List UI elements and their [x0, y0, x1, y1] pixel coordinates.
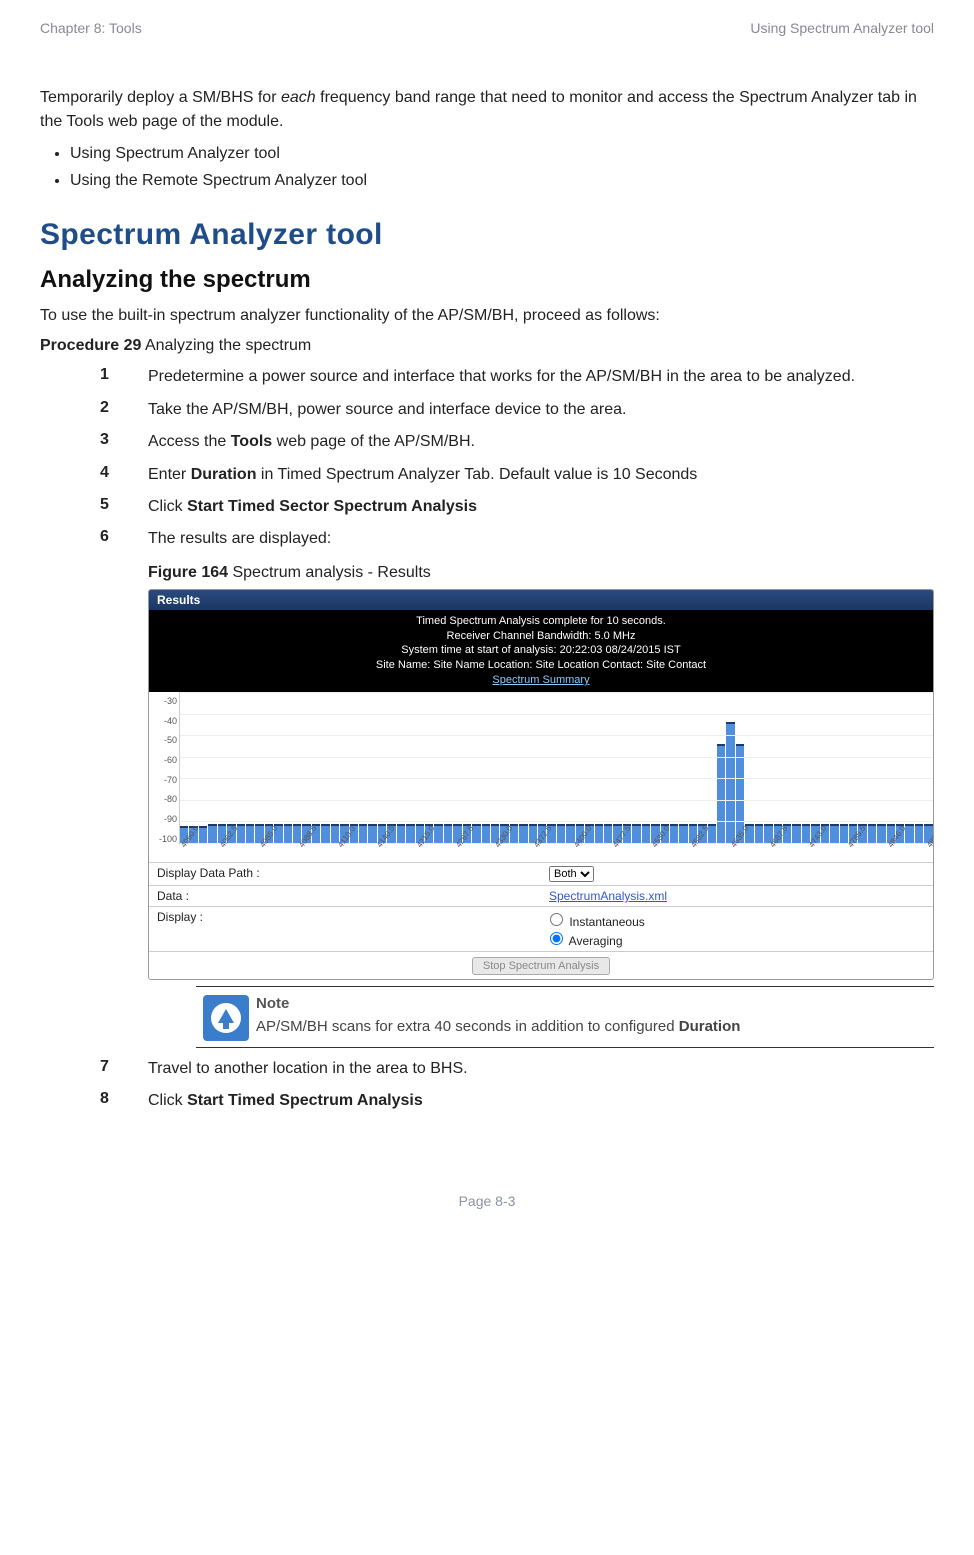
step-number: 7 — [100, 1058, 148, 1080]
spectrum-header: Timed Spectrum Analysis complete for 10 … — [149, 610, 933, 692]
stop-spectrum-analysis-button[interactable]: Stop Spectrum Analysis — [472, 957, 610, 975]
display-instantaneous-radio[interactable] — [550, 913, 563, 926]
step-text: Access the Tools web page of the AP/SM/B… — [148, 431, 934, 453]
intro-italic: each — [281, 89, 316, 106]
display-path-label: Display Data Path : — [149, 863, 541, 885]
step-text: Travel to another location in the area t… — [148, 1058, 934, 1080]
spectrum-header-line: Site Name: Site Name Location: Site Loca… — [149, 658, 933, 673]
data-file-link[interactable]: SpectrumAnalysis.xml — [549, 889, 667, 903]
step-text: Click Start Timed Spectrum Analysis — [148, 1090, 934, 1112]
step-text: Enter Duration in Timed Spectrum Analyze… — [148, 464, 934, 486]
step-text: Predetermine a power source and interfac… — [148, 366, 934, 388]
step-text: Click Start Timed Sector Spectrum Analys… — [148, 496, 934, 518]
radio-label: Instantaneous — [569, 915, 644, 929]
display-averaging-radio[interactable] — [550, 932, 563, 945]
radio-label: Averaging — [569, 934, 623, 948]
display-mode-label: Display : — [149, 907, 541, 951]
procedure-name: Analyzing the spectrum — [141, 337, 311, 354]
panel-titlebar: Results — [149, 590, 933, 610]
spectrum-header-line: Timed Spectrum Analysis complete for 10 … — [149, 614, 933, 629]
data-label: Data : — [149, 886, 541, 906]
intro-prefix: Temporarily deploy a SM/BHS for — [40, 89, 281, 106]
step-number: 3 — [100, 431, 148, 453]
step-number: 2 — [100, 399, 148, 421]
display-path-select[interactable]: Both — [549, 866, 594, 882]
figure-caption: Figure 164 Spectrum analysis - Results — [148, 561, 934, 585]
procedure-number: Procedure 29 — [40, 337, 141, 354]
note-icon — [203, 995, 249, 1041]
note-block: Note AP/SM/BH scans for extra 40 seconds… — [196, 986, 934, 1048]
header-right: Using Spectrum Analyzer tool — [750, 20, 934, 36]
results-panel: Results Timed Spectrum Analysis complete… — [148, 589, 934, 980]
procedure-label: Procedure 29 Analyzing the spectrum — [40, 334, 934, 358]
section-heading: Analyzing the spectrum — [40, 266, 934, 294]
intro-bullets: Using Spectrum Analyzer tool Using the R… — [40, 140, 934, 194]
note-title: Note — [256, 993, 934, 1014]
step-number: 8 — [100, 1090, 148, 1112]
spectrum-header-line: Receiver Channel Bandwidth: 5.0 MHz — [149, 629, 933, 644]
list-item: Using Spectrum Analyzer tool — [70, 140, 934, 167]
page-footer: Page 8-3 — [40, 1193, 934, 1209]
step-text: The results are displayed: — [148, 528, 934, 550]
spectrum-header-line: System time at start of analysis: 20:22:… — [149, 643, 933, 658]
list-item: Using the Remote Spectrum Analyzer tool — [70, 167, 934, 194]
header-left: Chapter 8: Tools — [40, 20, 142, 36]
step-number: 1 — [100, 366, 148, 388]
page-title: Spectrum Analyzer tool — [40, 218, 934, 252]
step-number: 6 — [100, 528, 148, 550]
spectrum-chart: -30-40-50-60-70-80-90-100 4060.04062.540… — [149, 692, 933, 862]
step-number: 5 — [100, 496, 148, 518]
lead-text: To use the built-in spectrum analyzer fu… — [40, 304, 934, 328]
intro-paragraph: Temporarily deploy a SM/BHS for each fre… — [40, 86, 934, 134]
spectrum-summary-link[interactable]: Spectrum Summary — [492, 674, 589, 686]
step-number: 4 — [100, 464, 148, 486]
note-body: AP/SM/BH scans for extra 40 seconds in a… — [256, 1016, 934, 1037]
step-text: Take the AP/SM/BH, power source and inte… — [148, 399, 934, 421]
